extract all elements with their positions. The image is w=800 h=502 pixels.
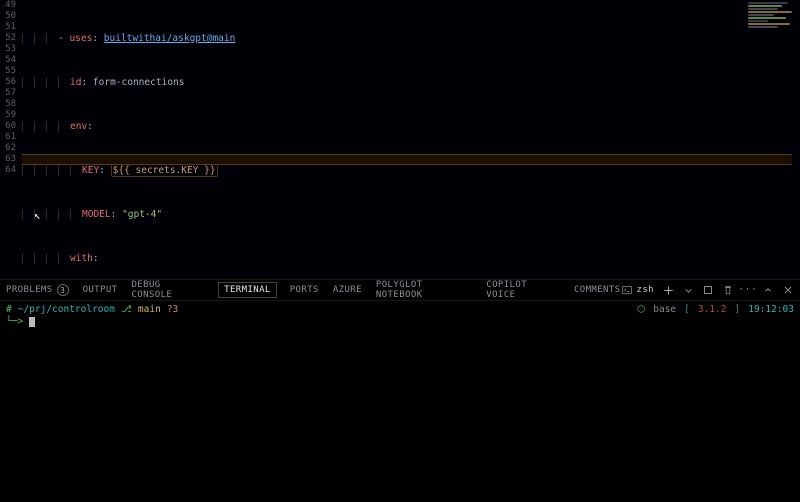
line-number: 51 <box>0 22 18 33</box>
terminal-cursor <box>29 317 35 327</box>
terminal-prompt-line: # ~/prj/controlroom ⎇ main ?3 ⬡ base [3.… <box>6 304 794 316</box>
line-number: 56 <box>0 77 18 88</box>
problems-count-badge: 3 <box>57 284 69 296</box>
tab-azure[interactable]: AZURE <box>333 285 362 295</box>
line-number: 52 <box>0 33 18 44</box>
line-number: 60 <box>0 121 18 132</box>
line-number-gutter: 49 50 51 52 53 54 55 56 57 58 59 60 61 6… <box>0 0 18 176</box>
line-number: 53 <box>0 44 18 55</box>
git-dirty-count: ?3 <box>167 304 178 316</box>
split-terminal-button[interactable] <box>702 284 714 296</box>
tool-version: 3.1.2 <box>698 304 727 316</box>
tab-output[interactable]: OUTPUT <box>83 285 118 295</box>
terminal-panel[interactable]: # ~/prj/controlroom ⎇ main ?3 ⬡ base [3.… <box>0 301 800 502</box>
panel-more-button[interactable]: ··· <box>742 284 754 296</box>
panel-tab-bar: PROBLEMS 3 OUTPUT DEBUG CONSOLE TERMINAL… <box>0 279 800 301</box>
git-branch-icon: ⎇ <box>121 304 132 316</box>
terminal-shell-label[interactable]: zsh <box>621 284 654 296</box>
prompt-caret-icon: └─> <box>6 316 23 328</box>
tab-ports[interactable]: PORTS <box>290 285 319 295</box>
close-panel-button[interactable] <box>782 284 794 296</box>
conda-env: base <box>653 304 676 316</box>
line-number: 64 <box>0 165 18 176</box>
prompt-path: ~/prj/controlroom <box>18 304 115 316</box>
line-number: 54 <box>0 55 18 66</box>
tab-polyglot-notebook[interactable]: POLYGLOT NOTEBOOK <box>376 280 472 300</box>
eof-highlight <box>22 154 792 165</box>
terminal-dropdown-button[interactable] <box>682 284 694 296</box>
bracket-icon: [ <box>684 304 690 316</box>
tab-problems[interactable]: PROBLEMS 3 <box>6 284 69 296</box>
maximize-panel-button[interactable] <box>762 284 774 296</box>
new-terminal-button[interactable] <box>662 284 674 296</box>
tab-copilot-voice[interactable]: COPILOT VOICE <box>486 280 560 300</box>
line-number: 63 <box>0 154 18 165</box>
terminal-icon <box>621 284 633 296</box>
line-number: 49 <box>0 0 18 11</box>
line-number: 59 <box>0 110 18 121</box>
conda-env-icon: ⬡ <box>637 304 645 316</box>
terminal-input-line[interactable]: └─> <box>6 316 794 328</box>
tab-terminal[interactable]: TERMINAL <box>219 283 276 297</box>
kill-terminal-button[interactable] <box>722 284 734 296</box>
bracket-icon: ] <box>735 304 741 316</box>
prompt-segment-icon: # <box>6 304 12 316</box>
line-number: 58 <box>0 99 18 110</box>
tab-comments[interactable]: COMMENTS <box>574 285 621 295</box>
line-number: 62 <box>0 143 18 154</box>
tab-debug-console[interactable]: DEBUG CONSOLE <box>131 280 205 300</box>
git-branch: main <box>138 304 161 316</box>
line-number: 55 <box>0 66 18 77</box>
line-number: 50 <box>0 11 18 22</box>
code-editor[interactable]: 49 50 51 52 53 54 55 56 57 58 59 60 61 6… <box>0 0 800 290</box>
line-number: 61 <box>0 132 18 143</box>
line-number: 57 <box>0 88 18 99</box>
clock-time: 19:12:03 <box>748 304 794 316</box>
minimap[interactable] <box>748 2 798 42</box>
action-link[interactable]: builtwithai/askgpt@main <box>104 33 236 44</box>
